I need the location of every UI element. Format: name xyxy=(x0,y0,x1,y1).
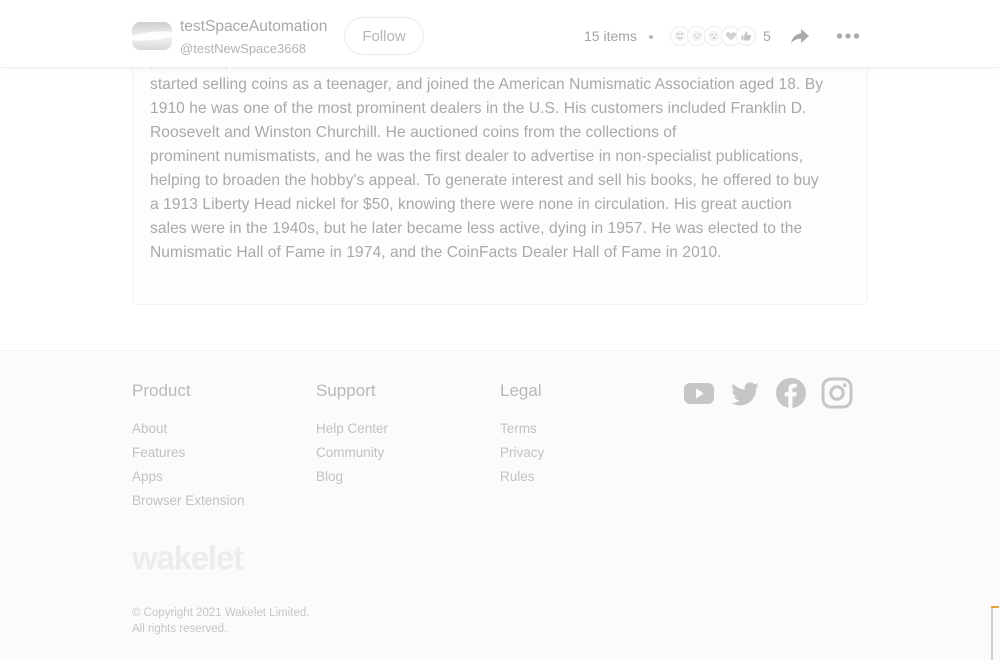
footer-link-about[interactable]: About xyxy=(132,420,245,444)
copyright-line: © Copyright 2021 Wakelet Limited. xyxy=(132,607,310,619)
footer-link-rules[interactable]: Rules xyxy=(500,468,544,492)
description-line: prominent numismatists, and he was the f… xyxy=(150,148,804,165)
footer-column-legal: Legal Terms Privacy Rules xyxy=(500,381,544,492)
footer-heading-support: Support xyxy=(316,381,376,400)
svg-text:wakelet: wakelet xyxy=(132,541,244,576)
collection-header: testSpaceAutomation @testNewSpace3668 Fo… xyxy=(0,0,1000,68)
footer-column-support: Support Help Center Community Blog xyxy=(316,381,388,492)
facebook-icon[interactable] xyxy=(775,377,807,409)
items-count: 15 items xyxy=(584,28,637,44)
description-line: 1910 he was one of the most prominent de… xyxy=(150,100,807,117)
footer-link-community[interactable]: Community xyxy=(316,444,388,468)
reactions[interactable] xyxy=(670,26,758,46)
item-description: present-day Lithuania, and then to the U… xyxy=(150,49,856,265)
description-line: helping to broaden the hobby's appeal. T… xyxy=(150,172,819,189)
twitter-icon[interactable] xyxy=(729,377,761,409)
footer-link-privacy[interactable]: Privacy xyxy=(500,444,544,468)
thumbs-up-icon xyxy=(736,26,756,46)
user-name[interactable]: testSpaceAutomation xyxy=(180,18,327,36)
site-footer: Product About Features Apps Browser Exte… xyxy=(0,350,1000,660)
follow-button[interactable]: Follow xyxy=(344,17,424,55)
description-line: sales were in the 1940s, but he later be… xyxy=(150,220,803,237)
description-line: a 1913 Liberty Head nickel for $50, know… xyxy=(150,196,792,213)
footer-link-apps[interactable]: Apps xyxy=(132,468,245,492)
avatar[interactable] xyxy=(132,22,172,50)
instagram-icon[interactable] xyxy=(821,377,853,409)
description-line: Numismatic Hall of Fame in 1974, and the… xyxy=(150,244,722,261)
footer-link-help-center[interactable]: Help Center xyxy=(316,420,388,444)
user-handle[interactable]: @testNewSpace3668 xyxy=(180,41,306,56)
footer-heading-legal: Legal xyxy=(500,381,542,400)
reaction-count: 5 xyxy=(763,28,771,44)
more-options-icon[interactable] xyxy=(836,26,860,46)
youtube-icon[interactable] xyxy=(683,377,715,409)
share-icon[interactable] xyxy=(788,24,812,48)
footer-heading-product: Product xyxy=(132,381,191,400)
description-line: started selling coins as a teenager, and… xyxy=(150,76,824,93)
footer-link-blog[interactable]: Blog xyxy=(316,468,388,492)
footer-column-product: Product About Features Apps Browser Exte… xyxy=(132,381,245,516)
footer-link-terms[interactable]: Terms xyxy=(500,420,544,444)
footer-link-features[interactable]: Features xyxy=(132,444,245,468)
separator-dot xyxy=(649,35,653,39)
rights-line: All rights reserved. xyxy=(132,623,228,635)
wakelet-logo[interactable]: wakelet xyxy=(131,539,264,582)
description-line: Roosevelt and Winston Churchill. He auct… xyxy=(150,124,677,141)
footer-link-browser-extension[interactable]: Browser Extension xyxy=(132,492,245,516)
scroll-indicator xyxy=(991,606,1000,660)
copyright: © Copyright 2021 Wakelet Limited. All ri… xyxy=(132,605,309,637)
